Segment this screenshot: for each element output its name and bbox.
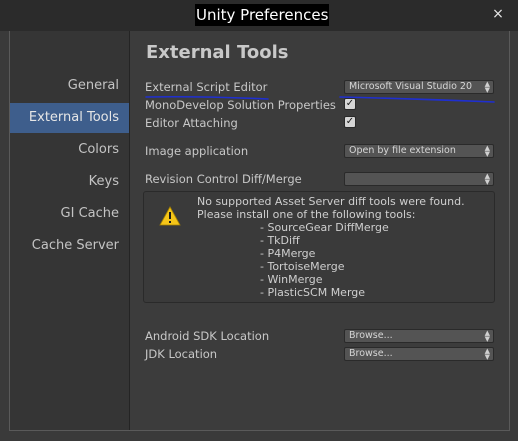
warning-message-line: No supported Asset Server diff tools wer… (197, 195, 465, 208)
revision-control-label: Revision Control Diff/Merge (145, 172, 302, 186)
editor-attaching-checkbox[interactable]: ✓ (344, 116, 356, 128)
sidebar-item-external-tools[interactable]: External Tools (10, 103, 129, 133)
jdk-location-value: Browse... (349, 348, 393, 359)
android-sdk-location-dropdown[interactable]: Browse... ▲ ▼ (344, 329, 494, 343)
tool-list-item: - TortoiseMerge (260, 260, 345, 273)
jdk-location-dropdown[interactable]: Browse... ▲ ▼ (344, 347, 494, 361)
revision-control-dropdown[interactable]: ▲ ▼ (344, 172, 494, 186)
image-application-label: Image application (145, 144, 249, 158)
warning-icon (159, 206, 181, 226)
window-title: Unity Preferences (195, 4, 330, 26)
jdk-location-label: JDK Location (145, 347, 218, 361)
tool-list-item: - PlasticSCM Merge (260, 286, 366, 299)
image-application-dropdown[interactable]: Open by file extension ▲ ▼ (344, 144, 494, 158)
image-application-value: Open by file extension (349, 145, 456, 156)
android-sdk-location-value: Browse... (349, 330, 393, 341)
sidebar-item-keys[interactable]: Keys (10, 167, 129, 197)
tool-list-item: - TkDiff (260, 234, 300, 247)
title-bar: Unity Preferences × (0, 0, 518, 31)
tool-list-item: - WinMerge (260, 273, 323, 286)
monodevelop-solution-properties-label: MonoDevelop Solution Properties (145, 98, 336, 112)
close-icon[interactable]: × (490, 5, 506, 23)
sidebar-item-colors[interactable]: Colors (10, 135, 129, 165)
dropdown-arrows-icon: ▲ ▼ (484, 347, 490, 361)
monodevelop-solution-properties-checkbox[interactable]: ✓ (344, 98, 356, 110)
dropdown-arrows-icon: ▲ ▼ (484, 144, 490, 158)
tool-list-item: - P4Merge (260, 247, 316, 260)
checkmark-icon: ✓ (345, 116, 355, 127)
sidebar-item-general[interactable]: General (10, 71, 129, 101)
external-script-editor-label: External Script Editor (145, 80, 268, 94)
android-sdk-location-label: Android SDK Location (145, 329, 270, 343)
sidebar: General External Tools Colors Keys GI Ca… (10, 31, 130, 430)
editor-attaching-label: Editor Attaching (145, 116, 238, 130)
external-script-editor-dropdown[interactable]: Microsoft Visual Studio 20 ▲ ▼ (344, 80, 494, 94)
sidebar-item-gi-cache[interactable]: GI Cache (10, 199, 129, 229)
external-script-editor-value: Microsoft Visual Studio 20 (349, 81, 472, 92)
page-title: External Tools (146, 42, 289, 63)
sidebar-item-cache-server[interactable]: Cache Server (10, 231, 129, 261)
diff-tools-warning-box: No supported Asset Server diff tools wer… (143, 191, 495, 303)
dropdown-arrows-icon: ▲ ▼ (484, 80, 490, 94)
dropdown-arrows-icon: ▲ ▼ (484, 329, 490, 343)
dropdown-arrows-icon: ▲ ▼ (484, 172, 490, 186)
checkmark-icon: ✓ (345, 98, 355, 109)
tool-list-item: - SourceGear DiffMerge (260, 221, 389, 234)
warning-message-line: Please install one of the following tool… (197, 208, 416, 221)
